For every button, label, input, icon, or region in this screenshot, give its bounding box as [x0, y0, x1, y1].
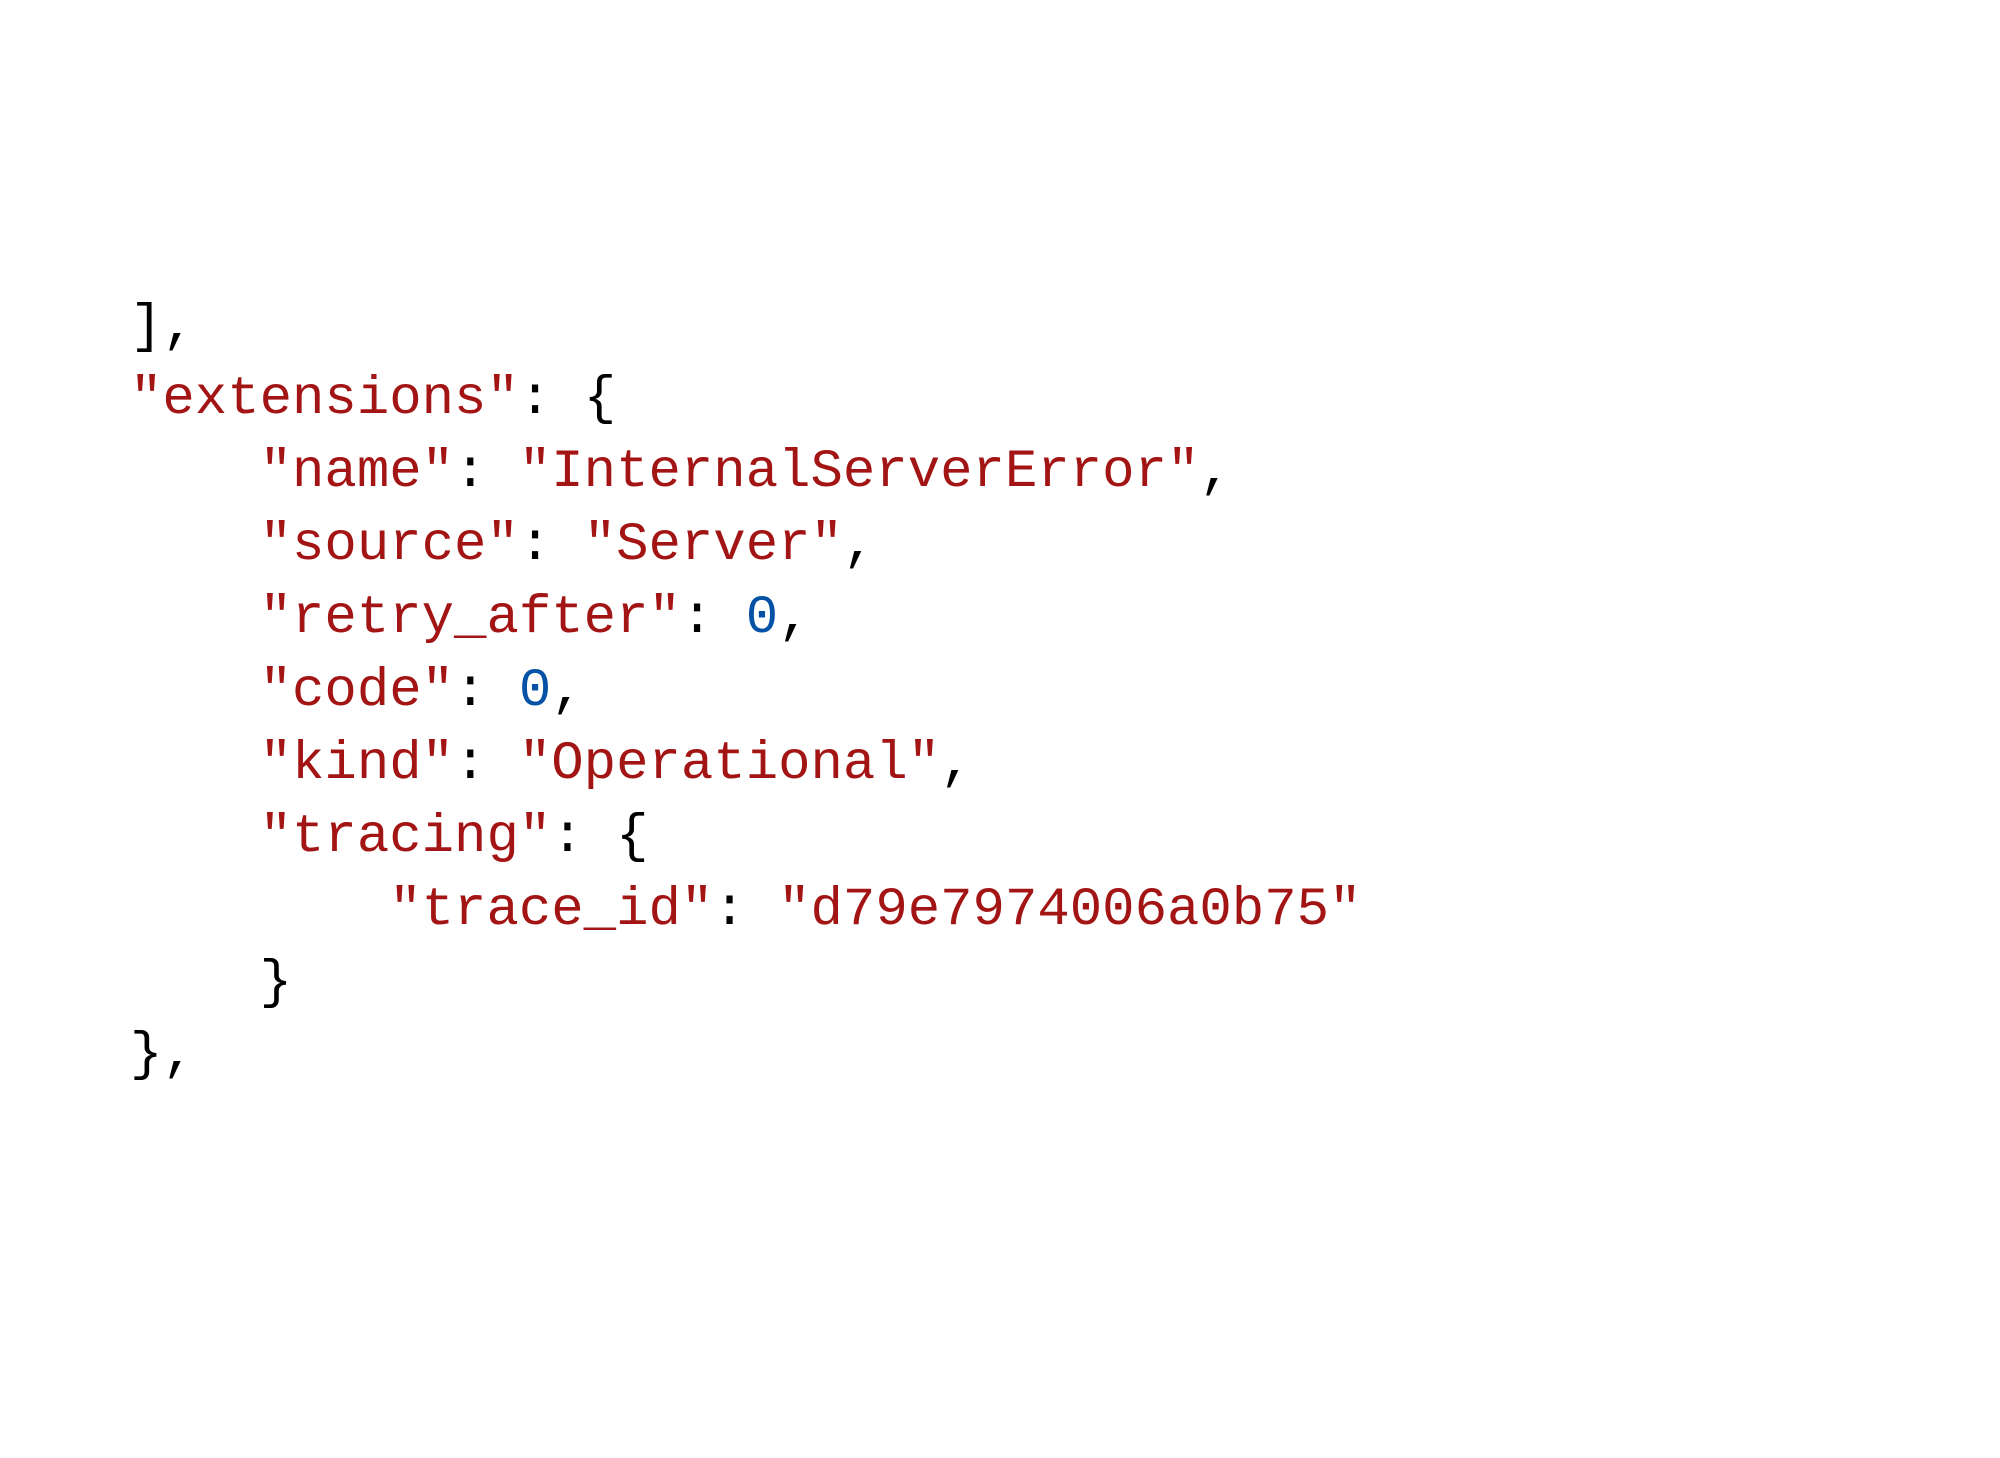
token-colon: : — [519, 369, 584, 430]
token-key: "source" — [260, 515, 519, 576]
token-colon: : — [454, 734, 519, 795]
token-string: "InternalServerError" — [519, 442, 1200, 503]
token-colon: : — [713, 880, 778, 941]
token-string: "Server" — [584, 515, 843, 576]
token-colon: : — [454, 661, 519, 722]
token-comma: , — [843, 515, 875, 576]
token-key: "trace_id" — [389, 880, 713, 941]
token-key: "tracing" — [260, 807, 552, 868]
token-bracket: ] — [130, 297, 162, 358]
token-number: 0 — [746, 588, 778, 649]
token-colon: : — [519, 515, 584, 576]
code-line: "kind": "Operational", — [130, 729, 2000, 802]
token-string: "d79e7974006a0b75" — [778, 880, 1361, 941]
token-string: "Operational" — [519, 734, 940, 795]
code-line: "extensions": { — [130, 364, 2000, 437]
token-brace: { — [584, 369, 616, 430]
code-line: "source": "Server", — [130, 510, 2000, 583]
token-colon: : — [454, 442, 519, 503]
token-key: "extensions" — [130, 369, 519, 430]
token-key: "code" — [260, 661, 454, 722]
token-key: "kind" — [260, 734, 454, 795]
token-comma: , — [778, 588, 810, 649]
token-brace: { — [616, 807, 648, 868]
token-comma: , — [551, 661, 583, 722]
token-comma: , — [940, 734, 972, 795]
token-brace: } — [130, 1025, 162, 1086]
json-code-block: ],"extensions": { "name": "InternalServe… — [0, 292, 2000, 1094]
token-key: "retry_after" — [260, 588, 681, 649]
code-line: "code": 0, — [130, 656, 2000, 729]
code-line: "name": "InternalServerError", — [130, 437, 2000, 510]
code-line: } — [130, 948, 2000, 1021]
code-line: }, — [130, 1020, 2000, 1093]
token-colon: : — [681, 588, 746, 649]
code-line: ], — [130, 292, 2000, 365]
token-brace: } — [260, 953, 292, 1014]
code-line: "trace_id": "d79e7974006a0b75" — [130, 875, 2000, 948]
token-number: 0 — [519, 661, 551, 722]
code-line: "retry_after": 0, — [130, 583, 2000, 656]
token-comma: , — [1199, 442, 1231, 503]
token-colon: : — [551, 807, 616, 868]
code-line: "tracing": { — [130, 802, 2000, 875]
token-key: "name" — [260, 442, 454, 503]
token-comma: , — [162, 1025, 194, 1086]
token-comma: , — [162, 297, 194, 358]
